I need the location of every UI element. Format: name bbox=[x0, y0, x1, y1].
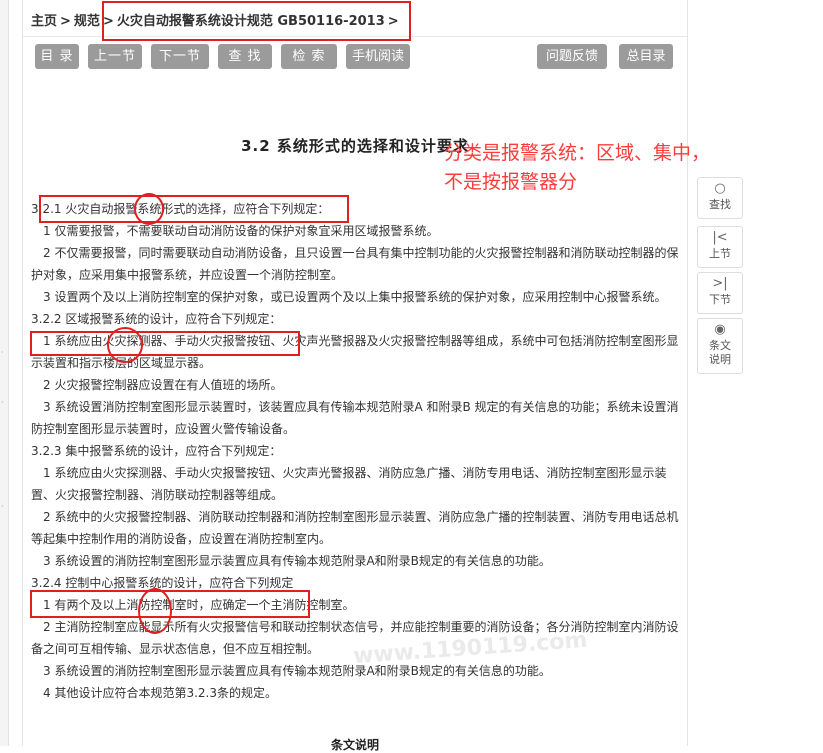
breadcrumb-current-link[interactable]: 火灾自动报警系统设计规范 GB50116-2013 bbox=[117, 14, 385, 29]
annotation-note-line: 不是按报警器分 bbox=[444, 171, 578, 193]
breadcrumb-divider bbox=[23, 36, 687, 37]
breadcrumb-separator: > bbox=[60, 14, 71, 29]
clause-item: 1 有两个及以上消防控制室时，应确定一个主消防控制室。 bbox=[43, 598, 355, 612]
next-bar-icon: >| bbox=[712, 276, 728, 291]
clause-item: 1 系统应由火灾探测器、手动火灾报警按钮、火灾声光警报器及火灾报警控制器等组成，… bbox=[31, 334, 679, 370]
breadcrumb-category-link[interactable]: 规范 bbox=[74, 14, 100, 29]
strip-mark: · bbox=[1, 502, 4, 511]
annotation-note-line: 分类是报警系统：区域、集中， bbox=[444, 142, 711, 164]
clause-item: 1 仅需要报警，不需要联动自动消防设备的保护对象宜采用区域报警系统。 bbox=[43, 224, 439, 238]
side-next-button[interactable]: >| 下节 bbox=[697, 272, 743, 314]
strip-mark: · bbox=[1, 348, 4, 357]
search-button[interactable]: 检 索 bbox=[281, 44, 337, 69]
contents-button[interactable]: 目 录 bbox=[35, 44, 79, 69]
breadcrumb: 主页 > 规范 > 火灾自动报警系统设计规范 GB50116-2013 > bbox=[31, 10, 402, 29]
next-section-heading: 条文说明 bbox=[330, 738, 379, 752]
clause-heading: 3.2.3 集中报警系统的设计，应符合下列规定： bbox=[31, 444, 282, 458]
clause-heading: 3.2.4 控制中心报警系统的设计，应符合下列规定 bbox=[31, 576, 294, 590]
prev-bar-icon: |< bbox=[712, 230, 728, 245]
clause-heading: 3.2.1 火灾自动报警系统形式的选择，应符合下列规定： bbox=[31, 202, 330, 216]
side-notes-label: 条文说明 bbox=[709, 339, 731, 366]
eye-icon: ◉ bbox=[714, 322, 726, 337]
side-prev-button[interactable]: |< 上节 bbox=[697, 226, 743, 268]
clause-item: 3 系统设置消防控制室图形显示装置时，该装置应具有传输本规范附录A 和附录B 规… bbox=[31, 400, 679, 436]
clause-item: 1 系统应由火灾探测器、手动火灾报警按钮、火灾声光警报器、消防应急广播、消防专用… bbox=[31, 466, 667, 502]
mobile-read-button[interactable]: 手机阅读 bbox=[346, 44, 410, 69]
annotation-note: 分类是报警系统：区域、集中， 不是按报警器分 bbox=[444, 139, 710, 197]
clause-item: 3 系统设置的消防控制室图形显示装置应具有传输本规范附录A和附录B规定的有关信息… bbox=[43, 554, 551, 568]
clause-item: 4 其他设计应符合本规范第3.2.3条的规定。 bbox=[43, 686, 277, 700]
search-icon: ○ bbox=[714, 181, 726, 196]
side-next-label: 下节 bbox=[709, 293, 731, 306]
find-button[interactable]: 查 找 bbox=[218, 44, 272, 69]
breadcrumb-separator: > bbox=[387, 14, 399, 29]
next-section-button[interactable]: 下一节 bbox=[151, 44, 209, 69]
feedback-button[interactable]: 问题反馈 bbox=[537, 44, 607, 69]
side-prev-label: 上节 bbox=[709, 247, 731, 260]
clause-item: 2 不仅需要报警，同时需要联动自动消防设备，且只设置一台具有集中控制功能的火灾报… bbox=[31, 246, 679, 282]
side-find-button[interactable]: ○ 查找 bbox=[697, 177, 743, 219]
prev-section-button[interactable]: 上一节 bbox=[88, 44, 142, 69]
breadcrumb-separator: > bbox=[102, 14, 114, 29]
breadcrumb-home-link[interactable]: 主页 bbox=[31, 14, 57, 29]
strip-mark: · bbox=[1, 398, 4, 407]
side-find-label: 查找 bbox=[709, 198, 731, 211]
clause-item: 2 系统中的火灾报警控制器、消防联动控制器和消防控制室图形显示装置、消防应急广播… bbox=[31, 510, 679, 546]
clause-heading: 3.2.2 区域报警系统的设计，应符合下列规定： bbox=[31, 312, 282, 326]
left-scroll-strip: · · · bbox=[0, 0, 9, 746]
side-notes-button[interactable]: ◉ 条文说明 bbox=[697, 318, 743, 374]
clause-item: 2 火灾报警控制器应设置在有人值班的场所。 bbox=[43, 378, 283, 392]
document-panel: 主页 > 规范 > 火灾自动报警系统设计规范 GB50116-2013 > 目 录 上一节… bbox=[22, 0, 688, 752]
clause-item: 3 设置两个及以上消防控制室的保护对象，或已设置两个及以上集中报警系统的保护对象… bbox=[43, 290, 667, 304]
master-contents-button[interactable]: 总目录 bbox=[619, 44, 673, 69]
